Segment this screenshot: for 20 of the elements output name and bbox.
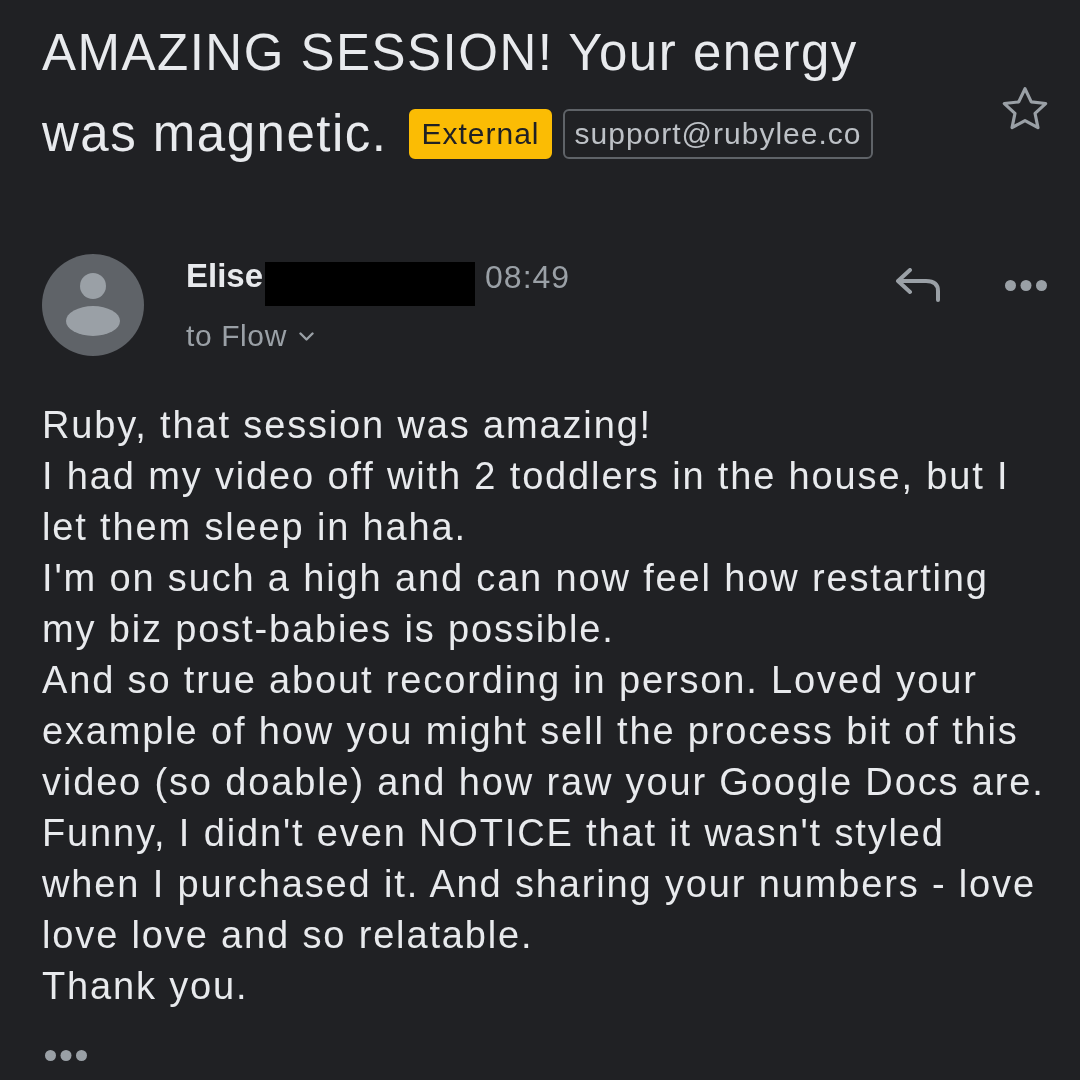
message-paragraph: I had my video off with 2 toddlers in the house, but I let them sleep in haha. (42, 454, 1010, 550)
ellipsis-icon (45, 1050, 87, 1061)
reply-button[interactable] (895, 268, 941, 302)
email-subject: was magnetic. (42, 103, 388, 164)
avatar-icon (42, 254, 144, 356)
reply-icon (895, 268, 941, 302)
email-subject: AMAZING SESSION! Your energy (42, 22, 858, 83)
message-paragraph: Ruby, that session was amazing! (42, 403, 653, 448)
message-paragraph: Thank you. (42, 964, 249, 1009)
message-paragraph: And so true about recording in person. Loved your example of how you might sell the process bit of this video (so doable) and how raw your Google Docs are. Funny, I didn't even NOTICE that it wasn't styled when I purchased it. And sharing your numbers - love love love and so relatable. (42, 658, 1045, 958)
recipient-toggle[interactable]: to Flow (186, 318, 314, 354)
message-time: 08:49 (485, 259, 571, 295)
show-trimmed-button[interactable] (45, 1050, 87, 1061)
chevron-down-icon (298, 331, 314, 341)
more-button[interactable] (1005, 279, 1047, 291)
more-icon (1005, 279, 1047, 291)
external-badge: External (409, 108, 552, 159)
sender-name: Elise (186, 258, 264, 294)
sender-address-tag: support@rubylee.co (562, 108, 874, 159)
message-paragraph: I'm on such a high and can now feel how restarting my biz post-babies is possible. (42, 556, 989, 652)
